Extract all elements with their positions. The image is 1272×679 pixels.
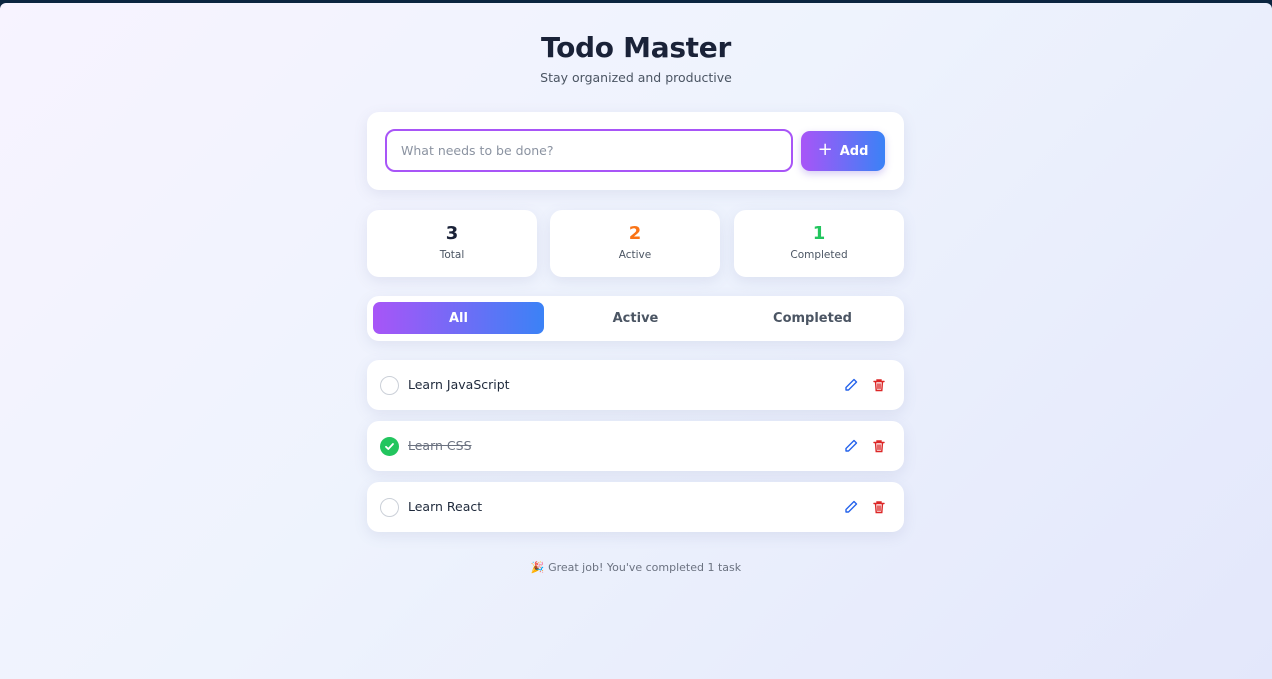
- footer-message: 🎉 Great job! You've completed 1 task: [0, 561, 1272, 574]
- todo-text: Learn CSS: [408, 438, 472, 453]
- stat-active-value: 2: [628, 223, 642, 244]
- todo-item: Learn CSS: [367, 421, 904, 471]
- filter-tab-completed[interactable]: Completed: [727, 302, 898, 334]
- pencil-icon[interactable]: [843, 438, 859, 454]
- new-todo-card: + Add: [367, 112, 904, 190]
- stat-completed: 1 Completed: [734, 210, 904, 277]
- footer-text: Great job! You've completed 1 task: [548, 561, 742, 574]
- filter-tab-all[interactable]: All: [373, 302, 544, 334]
- pencil-icon[interactable]: [843, 377, 859, 393]
- stat-total: 3 Total: [367, 210, 537, 277]
- todo-text: Learn React: [408, 499, 483, 514]
- app-window: Todo Master Stay organized and productiv…: [0, 3, 1272, 679]
- page-subtitle: Stay organized and productive: [540, 70, 732, 85]
- pencil-icon[interactable]: [843, 499, 859, 515]
- todo-item: Learn React: [367, 482, 904, 532]
- todo-text: Learn JavaScript: [408, 377, 510, 392]
- party-popper-icon: 🎉: [530, 561, 545, 574]
- trash-icon[interactable]: [871, 499, 887, 515]
- todo-checkbox-checked[interactable]: [380, 437, 399, 456]
- stat-completed-label: Completed: [790, 249, 848, 261]
- stat-completed-value: 1: [812, 223, 826, 244]
- trash-icon[interactable]: [871, 377, 887, 393]
- todo-item: Learn JavaScript: [367, 360, 904, 410]
- stat-active: 2 Active: [550, 210, 720, 277]
- plus-icon: +: [817, 139, 833, 160]
- stats-row: 3 Total 2 Active 1 Completed: [367, 210, 904, 277]
- page-title: Todo Master: [541, 31, 731, 64]
- filter-tabs: All Active Completed: [367, 296, 904, 341]
- stat-total-label: Total: [439, 249, 465, 261]
- stat-active-label: Active: [618, 249, 652, 261]
- checkmark-icon: [385, 443, 394, 450]
- todo-checkbox[interactable]: [380, 376, 399, 395]
- add-button[interactable]: + Add: [801, 131, 885, 171]
- add-button-label: Add: [839, 143, 869, 159]
- todo-checkbox[interactable]: [380, 498, 399, 517]
- new-todo-input[interactable]: [385, 129, 793, 172]
- stat-total-value: 3: [445, 223, 459, 244]
- trash-icon[interactable]: [871, 438, 887, 454]
- filter-tab-active[interactable]: Active: [550, 302, 721, 334]
